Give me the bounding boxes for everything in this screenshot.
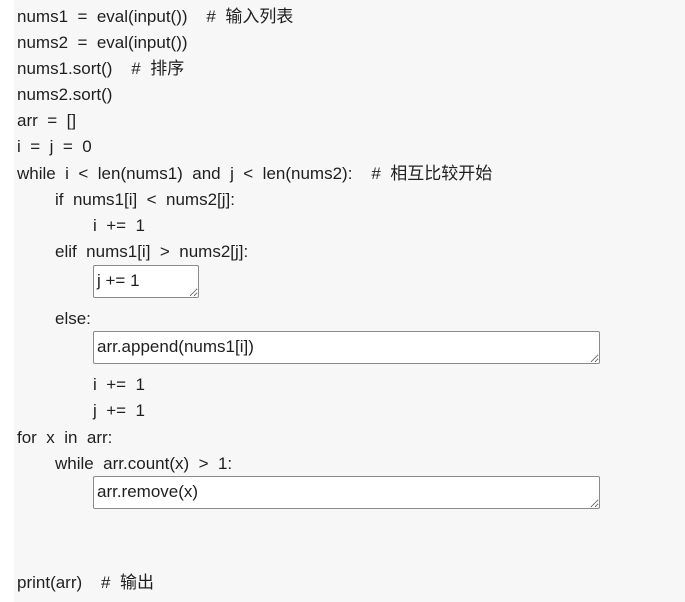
code-line-else: else: <box>55 309 91 328</box>
answer-blank-1[interactable]: j += 1 <box>93 265 199 298</box>
code-line-increment-j: j += 1 <box>93 401 145 420</box>
code-line-increment-i-2: i += 1 <box>93 375 145 394</box>
code-line-arr-init: arr = [] <box>17 111 77 130</box>
code-panel <box>14 0 685 602</box>
code-line-print: print(arr) # 输出 <box>17 573 154 592</box>
code-line-for-loop: for x in arr: <box>17 428 113 447</box>
code-line-index-init: i = j = 0 <box>17 137 92 156</box>
code-line-increment-i: i += 1 <box>93 216 145 235</box>
code-line-inner-while: while arr.count(x) > 1: <box>55 454 233 473</box>
code-line-elif: elif nums1[i] > nums2[j]: <box>55 242 249 261</box>
code-line-sort-nums2: nums2.sort() <box>17 85 113 104</box>
code-line-while-loop: while i < len(nums1) and j < len(nums2):… <box>17 164 493 183</box>
code-line-if: if nums1[i] < nums2[j]: <box>55 190 235 209</box>
answer-blank-2[interactable]: arr.append(nums1[i]) <box>93 331 600 364</box>
code-line-sort-nums1: nums1.sort() # 排序 <box>17 59 185 78</box>
code-line-input-nums2: nums2 = eval(input()) <box>17 33 188 52</box>
code-line-input-nums1: nums1 = eval(input()) # 输入列表 <box>17 7 294 26</box>
answer-blank-3[interactable]: arr.remove(x) <box>93 476 600 509</box>
